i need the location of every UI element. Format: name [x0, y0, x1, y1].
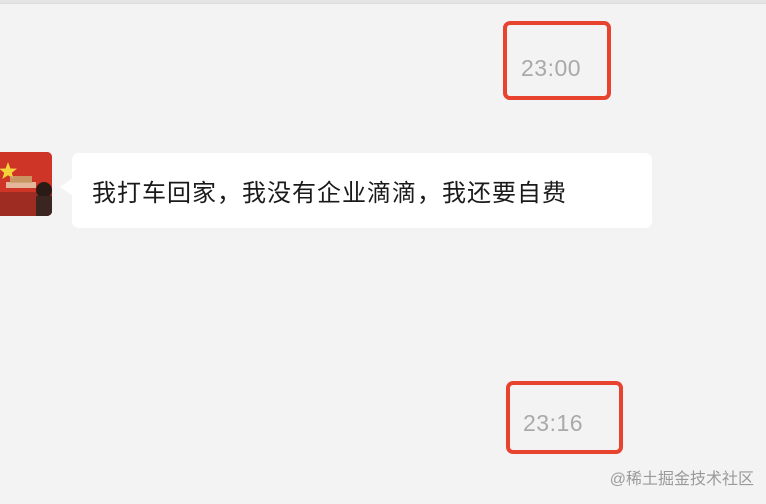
message-text: 我打车回家，我没有企业滴滴，我还要自费 — [92, 179, 567, 207]
message-bubble[interactable]: 我打车回家，我没有企业滴滴，我还要自费 — [72, 153, 652, 228]
watermark: @稀土掘金技术社区 — [609, 471, 754, 488]
flag-avatar-icon — [0, 152, 52, 216]
highlight-box — [503, 21, 611, 100]
contact-avatar[interactable] — [0, 152, 52, 216]
top-divider — [0, 0, 766, 4]
highlight-box — [506, 381, 623, 454]
